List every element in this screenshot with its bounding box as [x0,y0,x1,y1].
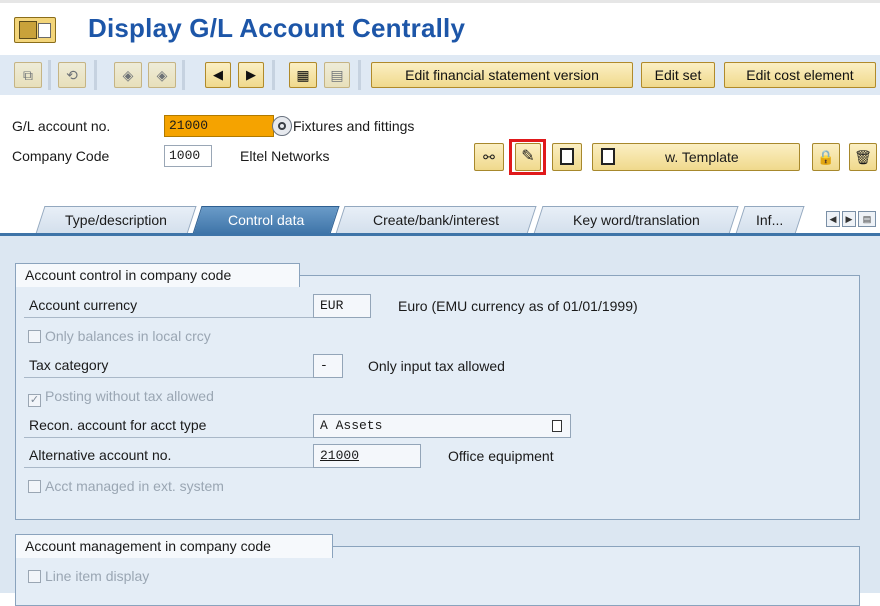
tax-category-desc: Only input tax allowed [368,358,505,374]
tax-category-label: Tax category [24,354,314,378]
create-with-template-button[interactable]: w. Template [592,143,800,171]
alt-account-field[interactable]: 21000 [313,444,421,468]
checkbox-icon [28,330,41,343]
only-balances-checkbox[interactable]: Only balances in local crcy [28,328,211,344]
edit-cost-element-button[interactable]: Edit cost element [724,62,876,88]
block-lock-icon[interactable]: 🔒 [812,143,840,171]
company-name: Eltel Networks [240,148,330,164]
where-used-icon[interactable]: ▦ [289,62,317,88]
tax-category-field[interactable]: - [313,354,343,378]
recon-account-label: Recon. account for acct type [24,414,314,438]
company-code-field[interactable]: 1000 [164,145,212,167]
alt-account-desc: Office equipment [448,448,554,464]
next-icon[interactable]: ▶ [238,62,264,88]
info-icon[interactable]: ▤ [324,62,350,88]
other-account-icon[interactable]: ⧉ [14,62,42,88]
posting-without-tax-checkbox[interactable]: ✓ Posting without tax allowed [28,388,214,407]
value-help-icon[interactable] [272,116,292,136]
acct-managed-checkbox[interactable]: Acct managed in ext. system [28,478,224,494]
tab-control-data[interactable]: Control data [192,206,340,234]
gl-account-label: G/L account no. [12,118,111,134]
alt-account-label: Alternative account no. [24,444,314,468]
gl-account-desc: Fixtures and fittings [293,118,415,134]
account-currency-label: Account currency [24,294,314,318]
page-title: Display G/L Account Centrally [88,13,466,43]
checkbox-icon [28,570,41,583]
tab-key-word-translation[interactable]: Key word/translation [533,206,739,234]
create-doc-icon[interactable] [552,143,582,171]
account-management-title: Account management in company code [15,534,333,558]
tab-create-bank-interest[interactable]: Create/bank/interest [335,206,537,234]
account-currency-field[interactable]: EUR [313,294,371,318]
gl-account-field[interactable]: 21000 [164,115,274,137]
tab-information[interactable]: Inf... [735,206,805,234]
checkbox-icon [28,480,41,493]
account-currency-desc: Euro (EMU currency as of 01/01/1999) [398,298,638,314]
check-icon[interactable]: ◈ [148,62,176,88]
tab-list-icon[interactable]: ▤ [858,211,876,227]
dropdown-icon[interactable] [552,420,562,432]
company-code-label: Company Code [12,148,110,164]
glasses-display-icon[interactable]: ⚯ [474,143,504,171]
document-icon [601,148,615,165]
account-control-title: Account control in company code [15,263,300,287]
previous-icon[interactable]: ◀ [205,62,231,88]
edit-fs-version-button[interactable]: Edit financial statement version [371,62,633,88]
edit-highlight-box [509,139,546,175]
save-icon[interactable]: ◈ [114,62,142,88]
line-item-display-checkbox[interactable]: Line item display [28,568,149,584]
tab-scroll-left-icon[interactable]: ◀ [826,211,840,227]
edit-set-button[interactable]: Edit set [641,62,715,88]
delete-icon[interactable]: 🗑 [849,143,877,171]
display-change-icon[interactable]: ⟲ [58,62,86,88]
tab-type-description[interactable]: Type/description [35,206,197,234]
tab-scroll-right-icon[interactable]: ▶ [842,211,856,227]
menu-icon[interactable] [14,17,56,43]
checkmark-icon: ✓ [28,394,41,407]
recon-account-dropdown[interactable]: A Assets [313,414,571,438]
